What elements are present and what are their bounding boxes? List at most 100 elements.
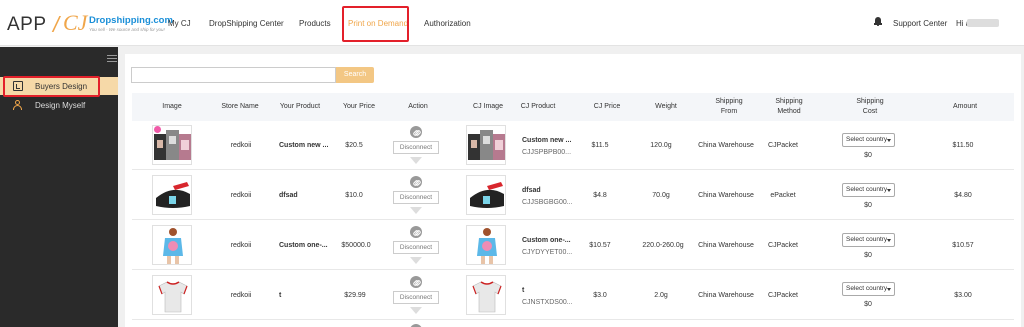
print-on-demand-highlight-box — [342, 6, 409, 42]
logo-brand: Dropshipping.com — [89, 15, 173, 26]
expand-arrow-icon[interactable] — [410, 257, 422, 264]
cj-price: $11.5 — [591, 142, 609, 149]
store-name: redkoii — [230, 192, 252, 199]
weight: 70.0g — [652, 192, 670, 199]
your-price: $50000.0 — [341, 242, 371, 249]
buyers-design-highlight-box — [3, 76, 100, 97]
logo-app-text: APP — [7, 14, 47, 35]
cj-product-name[interactable]: Custom new ... — [522, 137, 571, 144]
shipping-method: CJPacket — [768, 292, 798, 299]
nav-authorization[interactable]: Authorization — [424, 19, 471, 28]
your-product-name[interactable]: Custom new ... — [279, 142, 328, 149]
col-image: Image — [162, 103, 182, 110]
cj-price: $3.0 — [593, 292, 607, 299]
expand-arrow-icon[interactable] — [410, 307, 422, 314]
search-button[interactable]: Search — [336, 67, 374, 83]
product-image[interactable] — [152, 275, 192, 315]
shipping-from: China Warehouse — [698, 242, 754, 249]
disconnect-button[interactable]: Disconnect — [393, 241, 439, 254]
shipping-cost: $0 — [864, 252, 872, 259]
shipping-cost: $0 — [864, 152, 872, 159]
nav-dropshipping-center[interactable]: DropShipping Center — [209, 19, 284, 28]
cj-product-name[interactable]: t — [522, 287, 524, 294]
your-price: $29.99 — [344, 292, 366, 299]
country-select[interactable]: Select country — [842, 183, 895, 197]
search-input[interactable] — [131, 67, 336, 83]
cj-product-image[interactable] — [466, 275, 506, 315]
expand-arrow-icon[interactable] — [410, 207, 422, 214]
sidebar-item-label: Design Myself — [35, 101, 86, 110]
chevron-down-icon — [887, 139, 891, 142]
badge-icon — [154, 126, 161, 133]
shipping-method: CJPacket — [768, 242, 798, 249]
country-select[interactable]: Select country — [842, 233, 895, 247]
sidebar-item-design-myself[interactable]: Design Myself — [0, 96, 118, 114]
disconnect-button[interactable]: Disconnect — [393, 291, 439, 304]
weight: 2.0g — [654, 292, 668, 299]
link-icon[interactable] — [410, 126, 422, 138]
menu-toggle-icon[interactable] — [107, 55, 117, 63]
col-your-price: Your Price — [342, 103, 376, 110]
link-icon[interactable] — [410, 276, 422, 288]
store-name: redkoii — [230, 242, 252, 249]
shipping-cost: $0 — [864, 301, 872, 308]
disconnect-button[interactable]: Disconnect — [393, 141, 439, 154]
col-store-name: Store Name — [221, 103, 259, 110]
cj-product-image[interactable] — [466, 175, 506, 215]
logo-tagline: You sell - We source and ship for you! — [89, 27, 165, 32]
shipping-from: China Warehouse — [698, 142, 754, 149]
cj-product-sku: CJJSPBPB00... — [522, 149, 572, 156]
shipping-from: China Warehouse — [698, 192, 754, 199]
weight: 220.0-260.0g — [642, 242, 684, 249]
chevron-down-icon — [887, 239, 891, 242]
cj-product-sku: CJYDYYET00... — [522, 249, 573, 256]
cj-product-name[interactable]: Custom one-... — [522, 237, 571, 244]
col-action: Action — [408, 103, 428, 110]
your-product-name[interactable]: dfsad — [279, 192, 298, 199]
top-navigation-bar: APP / CJ Dropshipping.com You sell - We … — [0, 0, 1024, 46]
table-row — [132, 321, 1014, 327]
cj-product-image[interactable] — [466, 125, 506, 165]
col-shipping-cost: Shipping Cost — [856, 98, 884, 115]
col-weight: Weight — [655, 103, 677, 110]
col-amount: Amount — [952, 103, 978, 110]
store-name: redkoii — [230, 142, 252, 149]
logo-cj-mark: CJ — [63, 10, 88, 35]
user-design-icon — [13, 100, 23, 110]
amount: $10.57 — [952, 242, 974, 249]
amount: $4.80 — [954, 192, 972, 199]
your-price: $10.0 — [345, 192, 363, 199]
your-product-name[interactable]: t — [279, 292, 281, 299]
link-icon[interactable] — [410, 176, 422, 188]
your-price: $20.5 — [345, 142, 363, 149]
nav-my-cj[interactable]: My CJ — [168, 19, 191, 28]
country-select[interactable]: Select country — [842, 133, 895, 147]
nav-products[interactable]: Products — [299, 19, 331, 28]
col-shipping-from: Shipping From — [715, 98, 743, 115]
disconnect-button[interactable]: Disconnect — [393, 191, 439, 204]
cj-product-image[interactable] — [466, 225, 506, 265]
product-image[interactable] — [152, 175, 192, 215]
col-cj-image: CJ Image — [473, 103, 503, 110]
amount: $3.00 — [954, 292, 972, 299]
bell-icon[interactable] — [874, 17, 882, 26]
your-product-name[interactable]: Custom one-... — [279, 242, 328, 249]
support-center-link[interactable]: Support Center — [893, 19, 947, 28]
shipping-method: ePacket — [770, 192, 796, 199]
weight: 120.0g — [650, 142, 672, 149]
cj-price: $10.57 — [589, 242, 611, 249]
product-image[interactable] — [152, 225, 192, 265]
col-cj-product: CJ Product — [520, 103, 556, 110]
cj-product-name[interactable]: dfsad — [522, 187, 541, 194]
col-cj-price: CJ Price — [593, 103, 621, 110]
cj-product-sku: CJJSBGBG00... — [522, 199, 573, 206]
expand-arrow-icon[interactable] — [410, 157, 422, 164]
store-name: redkoii — [230, 292, 252, 299]
link-icon[interactable] — [410, 226, 422, 238]
chevron-down-icon — [887, 288, 891, 291]
col-your-product: Your Product — [279, 103, 321, 110]
cj-price: $4.8 — [593, 192, 607, 199]
user-name-redacted — [967, 19, 999, 27]
shipping-cost: $0 — [864, 202, 872, 209]
country-select[interactable]: Select country — [842, 282, 895, 296]
